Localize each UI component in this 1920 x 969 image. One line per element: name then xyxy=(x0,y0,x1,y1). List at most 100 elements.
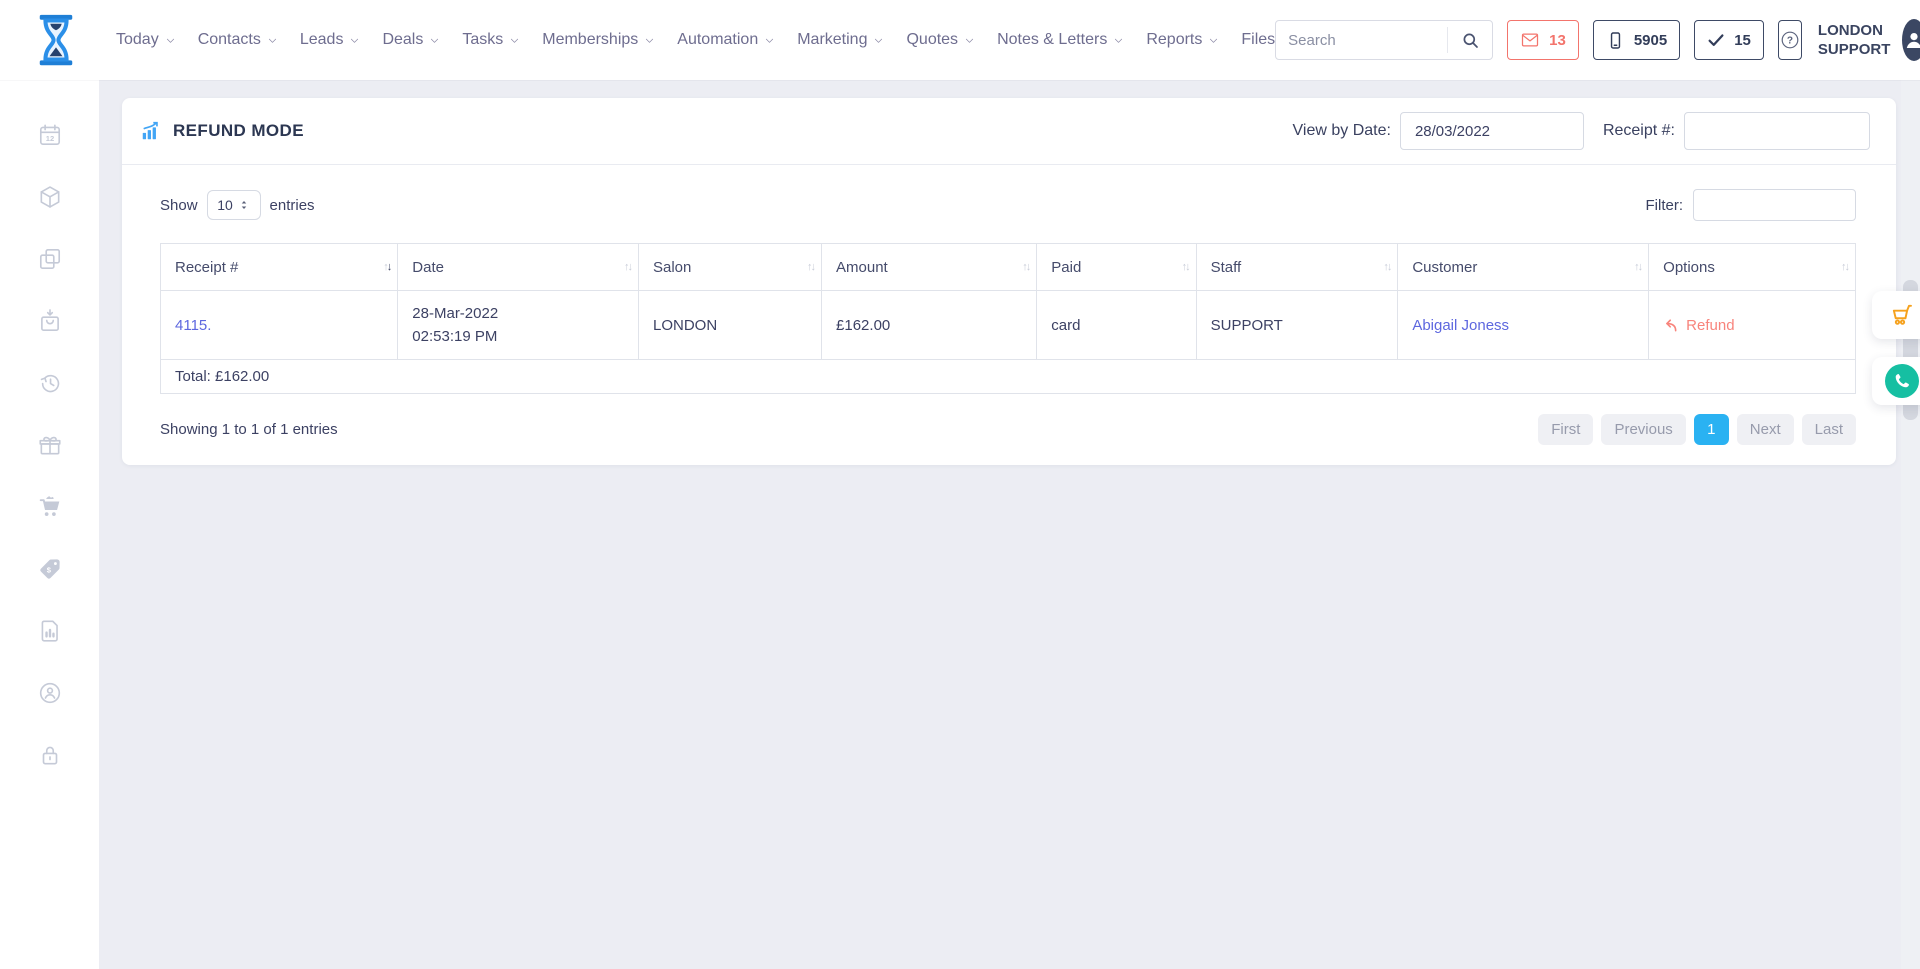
refund-mode-panel: REFUND MODE View by Date: Receipt #: Sho… xyxy=(122,98,1896,465)
nav-item-marketing[interactable]: Marketing xyxy=(797,31,884,49)
receipt-number-input[interactable] xyxy=(1684,112,1870,150)
chevron-down-icon xyxy=(1208,35,1219,46)
column-header-paid[interactable]: Paid ↑↓ xyxy=(1037,244,1196,291)
checkmark-icon xyxy=(1707,31,1725,49)
pagination-page-1-button[interactable]: 1 xyxy=(1694,414,1729,445)
svg-text:?: ? xyxy=(1787,36,1793,47)
cell-staff: SUPPORT xyxy=(1196,291,1398,360)
nav-item-contacts[interactable]: Contacts xyxy=(198,31,278,49)
column-header-salon[interactable]: Salon ↑↓ xyxy=(638,244,821,291)
refund-button[interactable]: Refund xyxy=(1663,317,1841,334)
nav-item-leads[interactable]: Leads xyxy=(300,31,361,49)
column-label: Salon xyxy=(653,259,691,276)
nav-label: Leads xyxy=(300,31,344,49)
column-label: Paid xyxy=(1051,259,1081,276)
view-by-date-label: View by Date: xyxy=(1293,122,1391,140)
customer-link[interactable]: Abigail Joness xyxy=(1412,317,1509,334)
cart-icon xyxy=(37,494,63,520)
nav-item-tasks[interactable]: Tasks xyxy=(462,31,520,49)
check-count: 15 xyxy=(1734,32,1751,49)
sms-credits-button[interactable]: 5905 xyxy=(1593,20,1680,60)
sidebar-item-reports[interactable] xyxy=(37,618,63,644)
sidebar-item-lock[interactable] xyxy=(37,742,63,768)
nav-item-quotes[interactable]: Quotes xyxy=(906,31,975,49)
column-header-receipt[interactable]: Receipt # ↑↓ xyxy=(161,244,398,291)
main-content: REFUND MODE View by Date: Receipt #: Sho… xyxy=(99,80,1920,969)
page-size-select[interactable]: 10 xyxy=(207,190,261,220)
chevron-down-icon xyxy=(964,35,975,46)
account-icon xyxy=(37,680,63,706)
sidebar-item-shopping-bag[interactable] xyxy=(37,308,63,334)
column-header-customer[interactable]: Customer↑↓ xyxy=(1398,244,1649,291)
sidebar-item-cart[interactable] xyxy=(37,494,63,520)
column-label: Receipt # xyxy=(175,259,238,276)
table-total-row: Total: £162.00 xyxy=(161,360,1856,394)
nav-label: Automation xyxy=(677,31,758,49)
nav-item-deals[interactable]: Deals xyxy=(382,31,440,49)
tasks-done-button[interactable]: 15 xyxy=(1694,20,1764,60)
lock-icon xyxy=(37,742,63,768)
chevron-down-icon xyxy=(509,35,520,46)
page-size-value: 10 xyxy=(217,197,233,213)
global-search xyxy=(1275,20,1493,60)
column-header-amount[interactable]: Amount↑↓ xyxy=(822,244,1037,291)
sidebar-item-products[interactable] xyxy=(37,184,63,210)
sidebar-item-duplicate[interactable] xyxy=(37,246,63,272)
column-header-date[interactable]: Date↑↓ xyxy=(398,244,639,291)
sidebar-item-calendar[interactable]: 12 xyxy=(37,122,63,148)
shopping-cart-icon xyxy=(1889,302,1915,328)
sidebar-item-history[interactable] xyxy=(37,370,63,396)
nav-label: Deals xyxy=(382,31,423,49)
pagination-first-button[interactable]: First xyxy=(1538,414,1593,445)
help-button[interactable]: ? xyxy=(1778,20,1802,60)
chevron-down-icon xyxy=(644,35,655,46)
refunds-table: Receipt # ↑↓ Date↑↓ Salon ↑↓ Amount↑↓ Paid… xyxy=(160,243,1856,394)
pagination-previous-button[interactable]: Previous xyxy=(1601,414,1685,445)
sidebar-item-gift[interactable] xyxy=(37,432,63,458)
time-value: 02:53:19 PM xyxy=(412,325,624,348)
hourglass-logo-icon xyxy=(30,12,82,68)
pagination-next-button[interactable]: Next xyxy=(1737,414,1794,445)
cell-amount: £162.00 xyxy=(822,291,1037,360)
nav-label: Reports xyxy=(1146,31,1202,49)
panel-body: Show 10 entries Filter: xyxy=(122,165,1896,445)
search-input[interactable] xyxy=(1276,32,1447,49)
nav-item-reports[interactable]: Reports xyxy=(1146,31,1219,49)
nav-item-today[interactable]: Today xyxy=(116,31,176,49)
receipt-link[interactable]: 4115. xyxy=(175,317,211,334)
pagination: First Previous 1 Next Last xyxy=(1538,414,1856,445)
sort-icon: ↑↓ xyxy=(1383,261,1390,273)
envelope-icon xyxy=(1520,30,1540,50)
pagination-last-button[interactable]: Last xyxy=(1802,414,1856,445)
app-logo[interactable] xyxy=(30,12,82,68)
view-by-date-input[interactable] xyxy=(1400,112,1584,150)
mail-notifications-button[interactable]: 13 xyxy=(1507,20,1579,60)
search-icon[interactable] xyxy=(1447,27,1492,53)
panel-header: REFUND MODE View by Date: Receipt #: xyxy=(122,98,1896,165)
page-size-control: Show 10 entries xyxy=(160,190,315,220)
svg-text:12: 12 xyxy=(45,134,53,143)
chevron-down-icon xyxy=(429,35,440,46)
table-header-row: Receipt # ↑↓ Date↑↓ Salon ↑↓ Amount↑↓ Paid… xyxy=(161,244,1856,291)
sidebar-item-price-tag[interactable]: $ xyxy=(37,556,63,582)
nav-item-memberships[interactable]: Memberships xyxy=(542,31,655,49)
phone-count: 5905 xyxy=(1634,32,1667,49)
scrollbar-track[interactable] xyxy=(1901,80,1920,969)
column-header-options[interactable]: Options↑↓ xyxy=(1649,244,1856,291)
sidebar-item-account[interactable] xyxy=(37,680,63,706)
column-header-staff[interactable]: Staff↑↓ xyxy=(1196,244,1398,291)
sort-icon: ↑↓ xyxy=(383,261,390,273)
user-avatar[interactable] xyxy=(1902,19,1920,61)
filter-input[interactable] xyxy=(1693,189,1856,221)
panel-header-controls: View by Date: Receipt #: xyxy=(1293,112,1870,150)
nav-item-automation[interactable]: Automation xyxy=(677,31,775,49)
nav-item-files[interactable]: Files xyxy=(1241,31,1275,49)
floating-phone-button[interactable] xyxy=(1872,357,1920,405)
cell-date: 28-Mar-2022 02:53:19 PM xyxy=(398,291,639,360)
sort-icon: ↑↓ xyxy=(1182,261,1189,273)
chevron-down-icon xyxy=(165,35,176,46)
nav-item-notes-letters[interactable]: Notes & Letters xyxy=(997,31,1124,49)
nav-label: Notes & Letters xyxy=(997,31,1107,49)
floating-cart-button[interactable] xyxy=(1872,291,1920,339)
sort-icon: ↑↓ xyxy=(807,261,814,273)
